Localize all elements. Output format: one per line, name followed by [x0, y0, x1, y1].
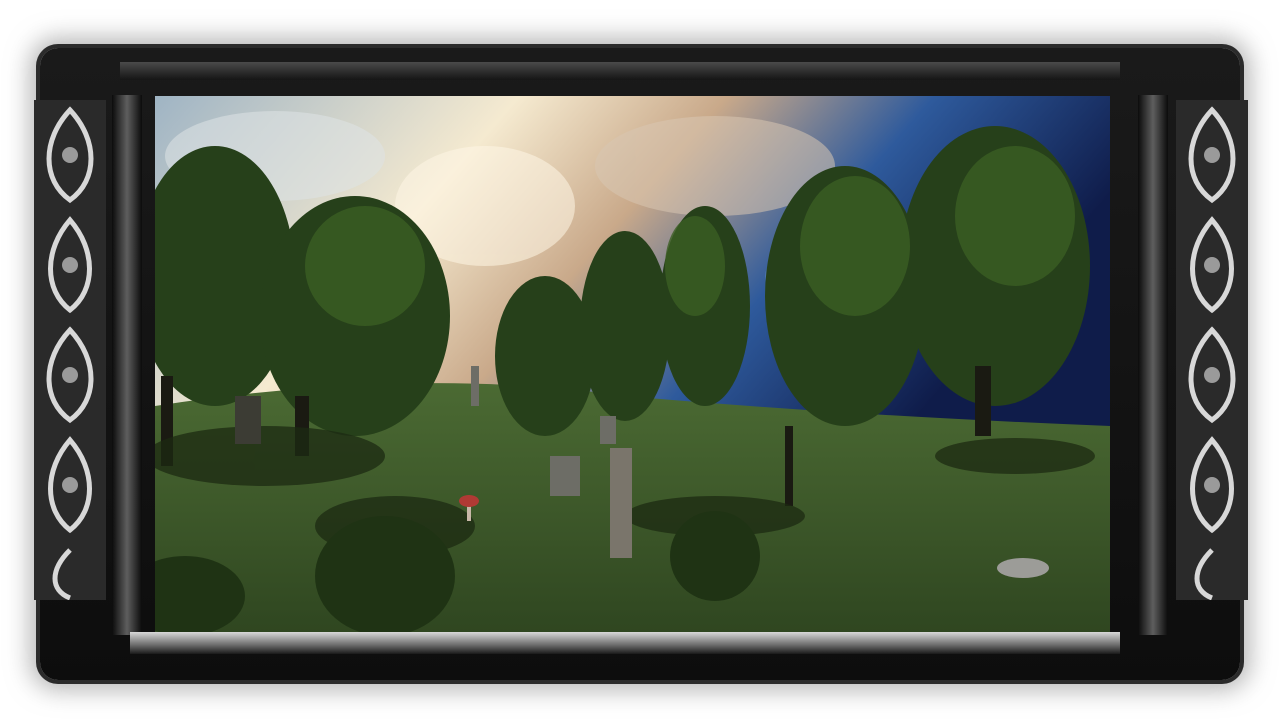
frame-left-bar — [112, 95, 142, 635]
game-viewport[interactable] — [155, 96, 1110, 634]
frame-right-bar — [1138, 95, 1168, 635]
cemetery-scene — [155, 96, 1110, 634]
left-ornament-icon — [34, 100, 106, 600]
frame-top-rim — [120, 62, 1120, 80]
frame-bottom-rim — [130, 632, 1120, 654]
right-ornament-icon — [1176, 100, 1248, 600]
